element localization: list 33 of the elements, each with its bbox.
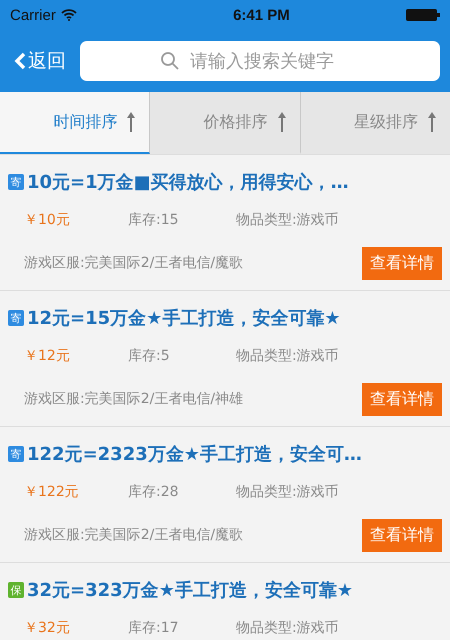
- sort-tab[interactable]: 星级排序: [300, 92, 450, 154]
- sort-tab[interactable]: 价格排序: [150, 92, 301, 154]
- item-server: 游戏区服:完美国际2/王者电信/魔歌: [24, 526, 244, 544]
- item-server: 游戏区服:完美国际2/王者电信/魔歌: [24, 254, 244, 272]
- item-server: 游戏区服:完美国际2/王者电信/神雄: [24, 390, 244, 408]
- search-field[interactable]: 请输入搜索关键字: [80, 41, 440, 81]
- tag-badge: 寄: [8, 446, 24, 462]
- details-button[interactable]: 查看详情: [362, 518, 442, 552]
- tag-badge: 保: [8, 582, 24, 598]
- carrier-name: Carrier: [10, 6, 56, 24]
- item-stock: 库存:28: [128, 483, 180, 501]
- sort-tab[interactable]: 时间排序: [0, 92, 150, 154]
- status-time: 6:41 PM: [233, 6, 290, 24]
- tag-badge: 寄: [8, 174, 24, 190]
- back-button[interactable]: 返回: [14, 48, 66, 74]
- item-title[interactable]: 10元=1万金■买得放心，用得安心，…: [27, 170, 349, 194]
- item-type: 物品类型:游戏币: [236, 483, 339, 501]
- item-stock: 库存:15: [128, 211, 180, 229]
- item-type: 物品类型:游戏币: [236, 211, 339, 229]
- details-button[interactable]: 查看详情: [362, 246, 442, 280]
- item-title[interactable]: 12元=15万金★手工打造，安全可靠★: [27, 306, 340, 330]
- tag-badge: 寄: [8, 310, 24, 326]
- item-stock: 库存:17: [128, 619, 180, 637]
- item-type: 物品类型:游戏币: [236, 347, 339, 365]
- item-price: ￥32元: [24, 619, 71, 637]
- item-price: ￥12元: [24, 347, 71, 365]
- item-price: ￥122元: [24, 483, 80, 501]
- details-button[interactable]: 查看详情: [362, 382, 442, 416]
- item-title[interactable]: 32元=323万金★手工打造，安全可靠★: [27, 578, 353, 602]
- item-type: 物品类型:游戏币: [236, 619, 339, 637]
- item-price: ￥10元: [24, 211, 71, 229]
- item-stock: 库存:5: [128, 347, 171, 365]
- item-title[interactable]: 122元=2323万金★手工打造，安全可…: [27, 442, 362, 466]
